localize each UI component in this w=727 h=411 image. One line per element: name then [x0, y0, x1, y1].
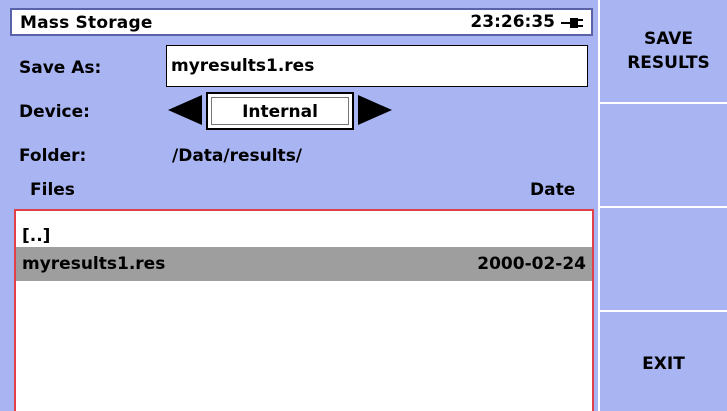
title-bar: Mass Storage 23:26:35 — [10, 8, 593, 36]
file-name: myresults1.res — [22, 254, 166, 274]
device-value: Internal — [211, 97, 349, 125]
date-column-header: Date — [530, 180, 576, 200]
softkey-2-button[interactable] — [600, 104, 727, 208]
clock: 23:26:35 — [470, 12, 555, 32]
window-title: Mass Storage — [20, 13, 153, 33]
file-list[interactable]: [..] myresults1.res 2000-02-24 — [14, 209, 594, 411]
exit-label: EXIT — [642, 353, 685, 374]
save-results-button[interactable]: SAVE RESULTS — [600, 0, 727, 104]
save-as-label: Save As: — [19, 58, 102, 78]
save-as-input[interactable] — [166, 45, 588, 87]
list-item-selected[interactable]: myresults1.res 2000-02-24 — [16, 247, 592, 281]
softkey-panel: SAVE RESULTS EXIT — [598, 0, 727, 411]
file-date: 2000-02-24 — [477, 254, 586, 274]
ac-plug-icon — [561, 18, 583, 28]
main-panel: Mass Storage 23:26:35 Save As: Device: I… — [0, 0, 598, 411]
folder-path: /Data/results/ — [172, 146, 303, 166]
exit-button[interactable]: EXIT — [600, 312, 727, 411]
device-selector[interactable]: Internal — [206, 92, 354, 130]
triangle-right-icon[interactable] — [356, 93, 394, 127]
folder-label: Folder: — [19, 146, 87, 166]
file-name: [..] — [22, 226, 51, 246]
files-column-header: Files — [30, 180, 75, 200]
device-label: Device: — [19, 102, 90, 122]
triangle-left-icon[interactable] — [166, 93, 204, 127]
save-results-label: SAVE RESULTS — [627, 29, 710, 73]
softkey-3-button[interactable] — [600, 208, 727, 312]
